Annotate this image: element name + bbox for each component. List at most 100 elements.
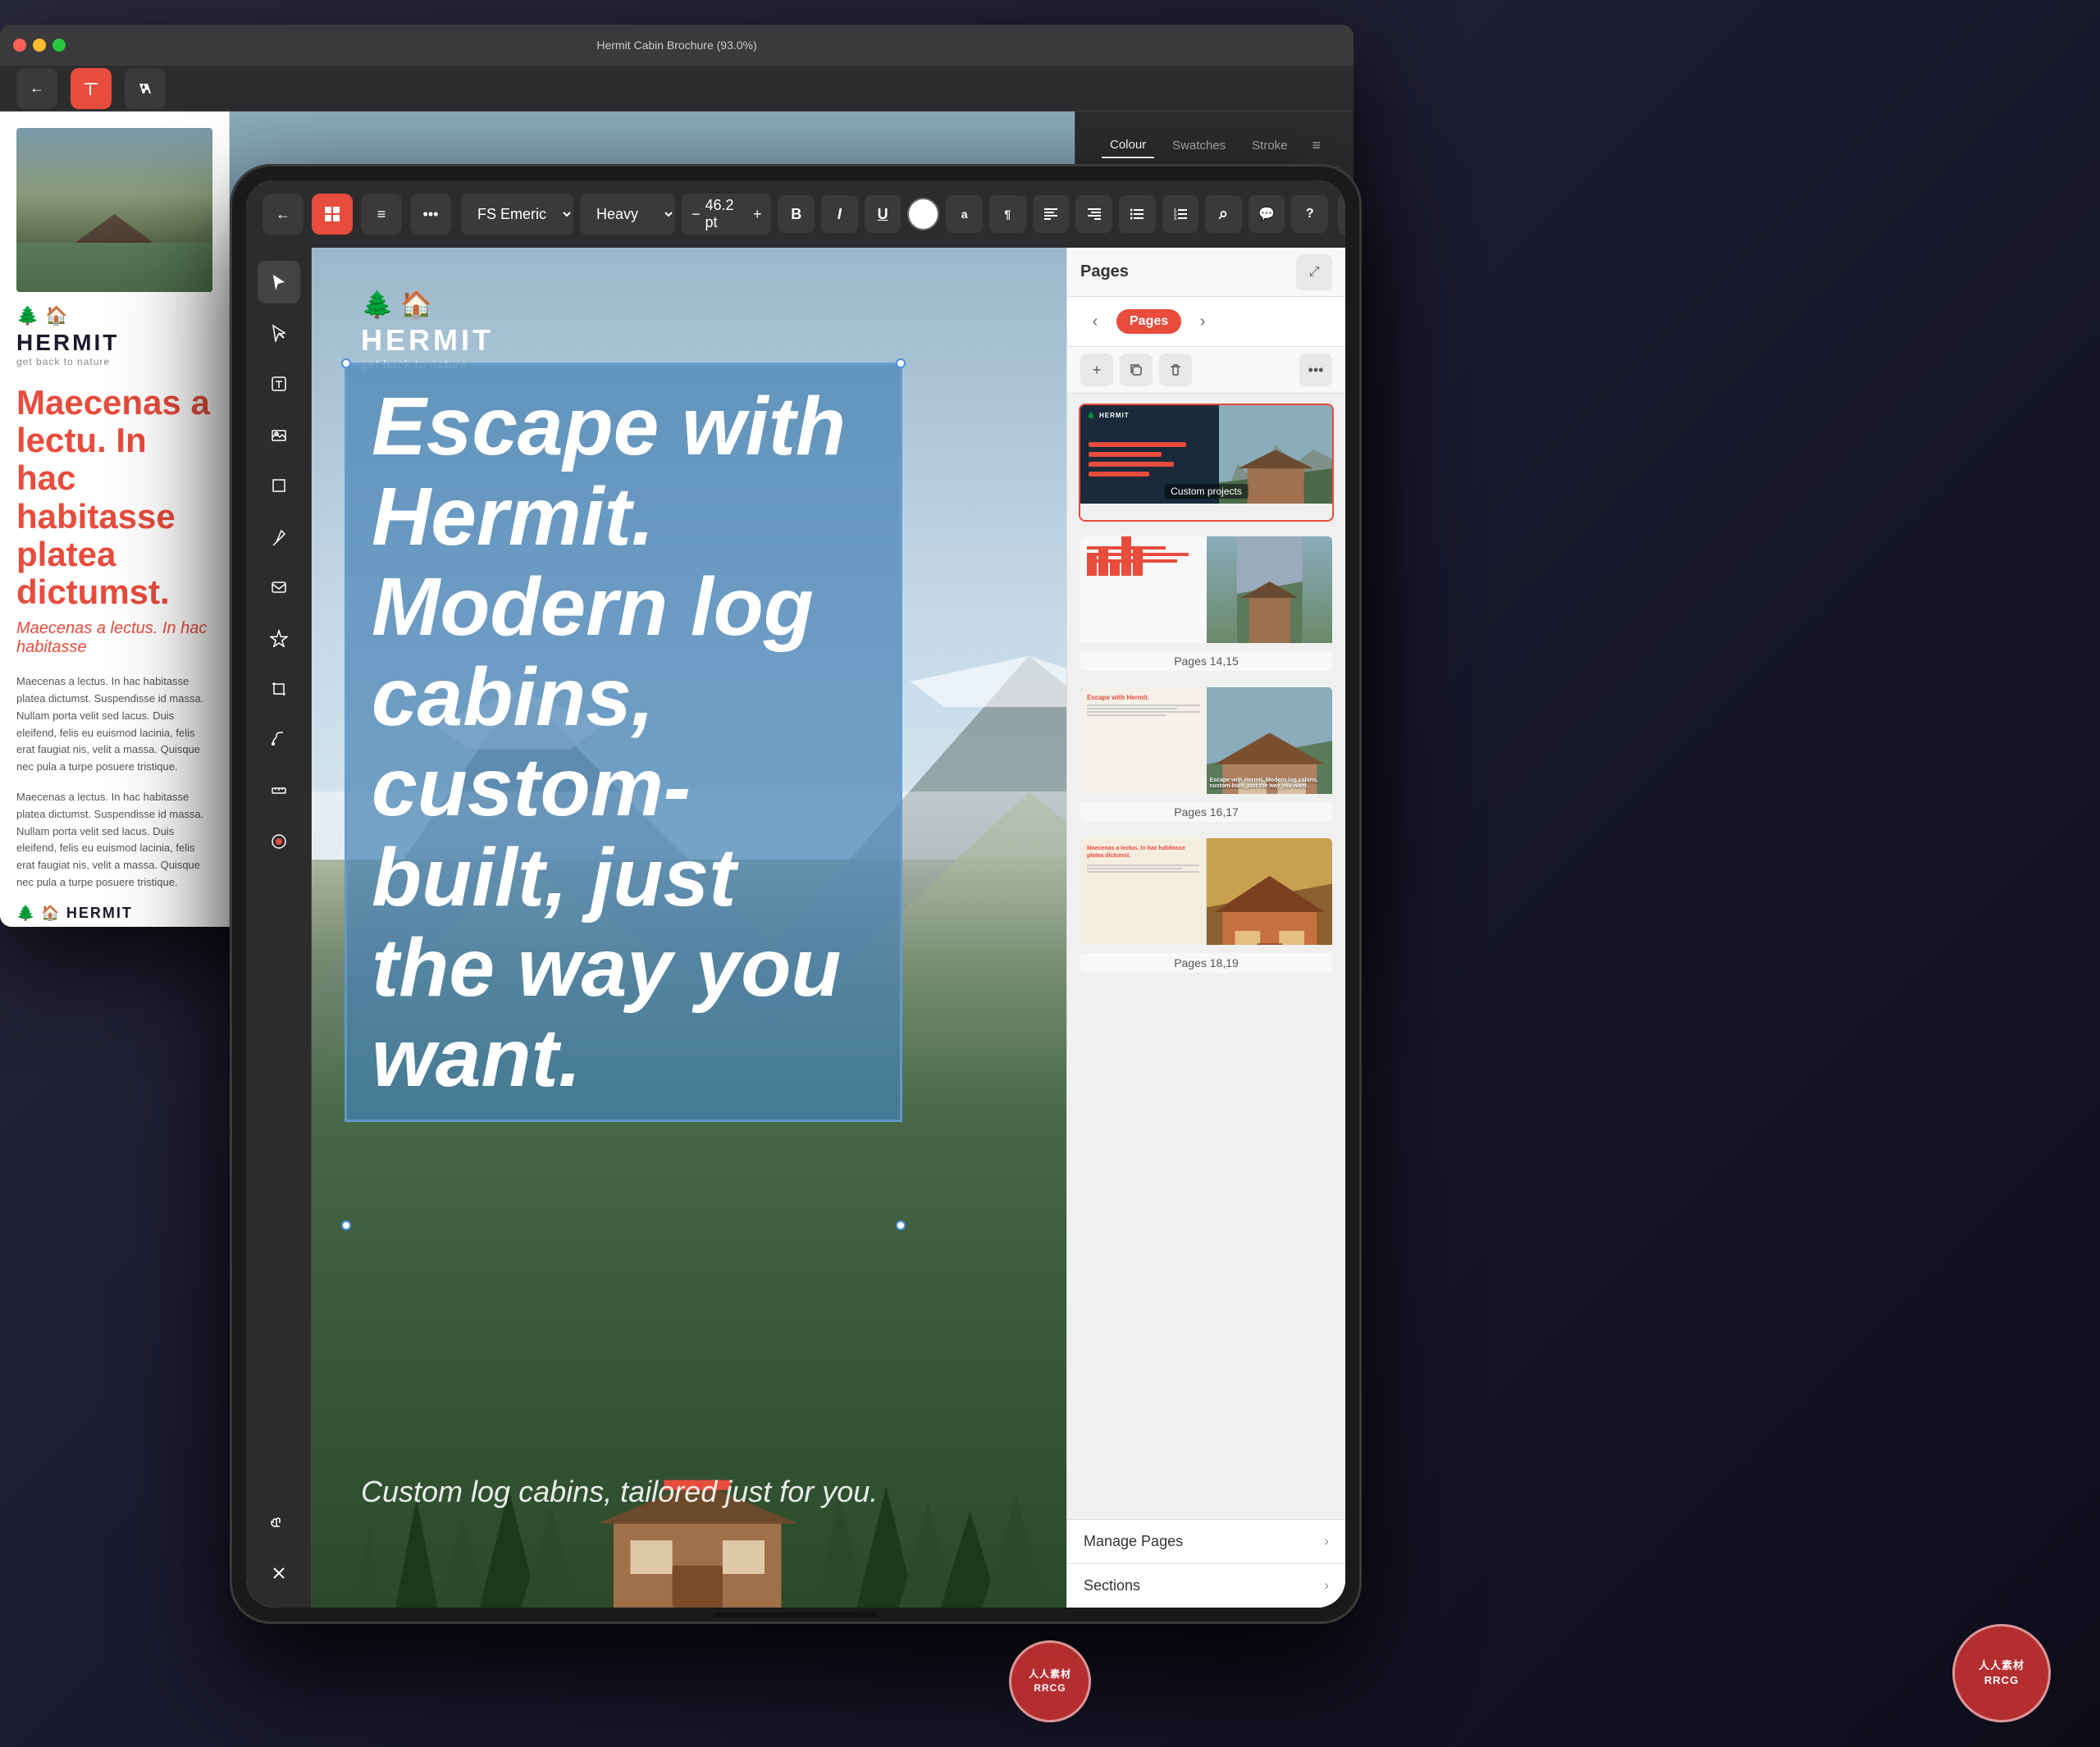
selection-handle-bl[interactable] xyxy=(341,1220,351,1230)
ipad-back-btn[interactable]: ← xyxy=(262,194,304,235)
bullet-list-btn[interactable] xyxy=(1119,195,1156,233)
thumb-17-right: Escape with Hermit. Modern log cabins, c… xyxy=(1207,687,1333,794)
desktop-tool-format[interactable] xyxy=(125,68,166,109)
text-color-picker[interactable] xyxy=(907,198,939,230)
colour-panel-menu[interactable]: ≡ xyxy=(1305,134,1327,157)
hermit-logo: 🌲 🏠 HERMIT get back to nature xyxy=(361,289,494,371)
font-weight-selector[interactable]: Heavy Bold Regular xyxy=(580,194,675,235)
italic-btn[interactable]: I xyxy=(821,195,858,233)
thumb-14-15-bg xyxy=(1080,536,1332,643)
arrow-tool[interactable] xyxy=(258,312,300,354)
pen-tool[interactable] xyxy=(258,515,300,558)
thumb-19-right xyxy=(1207,838,1333,945)
underline-btn[interactable]: U xyxy=(865,195,902,233)
selection-handle-tl[interactable] xyxy=(341,358,351,368)
comment-btn[interactable]: 💬 xyxy=(1249,195,1285,233)
ipad-toolbar: ← ≡ ••• FS Emeric Heavy xyxy=(246,180,1345,248)
cursor-tool[interactable] xyxy=(258,261,300,303)
thumb-custom-projects-content: 🌲HERMIT xyxy=(1080,405,1332,520)
thumb-18-left: Maecenas a lectus. In hac habitasse plat… xyxy=(1080,838,1207,945)
mail-tool[interactable] xyxy=(258,566,300,609)
pages-nav-prev[interactable]: ‹ xyxy=(1080,307,1110,336)
minimize-button[interactable] xyxy=(33,39,46,52)
chart-bar-1 xyxy=(1087,556,1097,576)
crop-tool[interactable] xyxy=(258,668,300,710)
thumb-18-line-3 xyxy=(1087,871,1199,873)
page-thumb-18-19[interactable]: Maecenas a lectus. In hac habitasse plat… xyxy=(1079,837,1334,974)
hand-tool[interactable] xyxy=(258,1501,300,1544)
shape-tool[interactable] xyxy=(258,464,300,507)
selection-handle-tr[interactable] xyxy=(896,358,906,368)
pages-tabs: ‹ Pages › xyxy=(1067,297,1345,347)
font-size-decrease[interactable]: − xyxy=(692,206,701,223)
thumb-cp-label: Custom projects xyxy=(1164,484,1249,499)
ipad-grid-view-btn[interactable] xyxy=(1338,194,1345,235)
manage-pages-button[interactable]: Manage Pages › xyxy=(1067,1519,1345,1563)
sidebar-main-heading: Maecenas a lectu. In hac habitasse plate… xyxy=(16,384,212,611)
canvas-page: 🌲 🏠 HERMIT get back to nature Escape wit… xyxy=(312,248,1066,1608)
maximize-button[interactable] xyxy=(52,39,66,52)
ipad-hamburger-btn[interactable]: ≡ xyxy=(361,194,402,235)
colour-panel-header: Colour Swatches Stroke ≡ xyxy=(1089,125,1340,167)
ipad-grid-btn[interactable] xyxy=(312,194,353,235)
ipad-toolbar-center: FS Emeric Heavy Bold Regular − 46.2 pt +… xyxy=(461,194,1328,235)
colour-tab-swatches[interactable]: Swatches xyxy=(1164,134,1234,157)
canvas-area[interactable]: 🌲 🏠 HERMIT get back to nature Escape wit… xyxy=(312,248,1066,1608)
measure-tool[interactable] xyxy=(258,769,300,812)
record-btn[interactable] xyxy=(258,820,300,863)
copy-page-btn[interactable] xyxy=(1120,354,1153,386)
ipad-content: 🌲 🏠 HERMIT get back to nature Escape wit… xyxy=(246,248,1345,1608)
thumb-16-line-4 xyxy=(1087,714,1166,716)
font-family-selector[interactable]: FS Emeric xyxy=(461,194,573,235)
delete-page-btn[interactable] xyxy=(1159,354,1192,386)
paint-tool[interactable] xyxy=(258,718,300,761)
chart-bar-2 xyxy=(1098,546,1108,576)
font-variant-btn[interactable]: ¶ xyxy=(989,195,1026,233)
help-btn[interactable]: ? xyxy=(1291,195,1328,233)
close-button[interactable] xyxy=(13,39,26,52)
star-tool[interactable] xyxy=(258,617,300,659)
add-page-btn[interactable]: + xyxy=(1080,354,1113,386)
font-size-increase[interactable]: + xyxy=(753,206,762,223)
pages-panel-expand[interactable]: ⤢ xyxy=(1296,254,1332,290)
selection-handle-br[interactable] xyxy=(896,1220,906,1230)
manage-pages-label: Manage Pages xyxy=(1084,1533,1183,1550)
svg-text:3.: 3. xyxy=(1174,217,1178,220)
watermark-br-circle: 人人素材RRCG xyxy=(1952,1624,2051,1722)
thumb-16-left: Escape with Hermit. xyxy=(1080,687,1207,794)
watermark-br-text: 人人素材RRCG xyxy=(1979,1658,2025,1688)
desktop-tool-text[interactable] xyxy=(71,68,112,109)
page-thumb-16-17[interactable]: Escape with Hermit. xyxy=(1079,686,1334,823)
pages-nav-next[interactable]: › xyxy=(1188,307,1217,336)
numbered-list-btn[interactable]: 1.2.3. xyxy=(1162,195,1199,233)
bold-btn[interactable]: B xyxy=(778,195,815,233)
thumb-14-cabin xyxy=(1207,536,1333,643)
desktop-tool-back[interactable]: ← xyxy=(16,68,57,109)
colour-tab-colour[interactable]: Colour xyxy=(1102,133,1154,158)
tree-icon: 🌲 xyxy=(16,305,39,326)
pages-tab-pages[interactable]: Pages xyxy=(1116,309,1181,334)
strikethrough-btn[interactable]: a xyxy=(946,195,983,233)
align-left-btn[interactable] xyxy=(1033,195,1070,233)
hero-text-block[interactable]: Escape with Hermit.Modern log cabins,cus… xyxy=(345,363,902,1122)
thumb-18-heading: Maecenas a lectus. In hac habitasse plat… xyxy=(1087,845,1199,860)
text-tool[interactable] xyxy=(258,363,300,405)
page-thumb-custom-projects[interactable]: 🌲HERMIT xyxy=(1079,404,1334,522)
search-text-btn[interactable]: ⌕ xyxy=(1205,195,1242,233)
sidebar-logo-area: 🌲 🏠 HERMIT get back to nature xyxy=(16,305,212,367)
close-tool[interactable] xyxy=(258,1552,300,1594)
more-page-options[interactable]: ••• xyxy=(1299,354,1332,386)
sidebar-body-2: Maecenas a lectus. In hac habitasse plat… xyxy=(16,789,212,892)
image-tool[interactable] xyxy=(258,413,300,456)
pages-panel-title: Pages xyxy=(1080,262,1129,281)
chart-bar-3 xyxy=(1110,559,1120,576)
colour-tab-stroke[interactable]: Stroke xyxy=(1244,134,1295,157)
sections-button[interactable]: Sections › xyxy=(1067,1563,1345,1608)
thumb-18-line-2 xyxy=(1087,868,1182,869)
tree-icon-bottom: 🌲 xyxy=(16,905,34,922)
desktop-window-title: Hermit Cabin Brochure (93.0%) xyxy=(596,39,756,52)
align-right-btn[interactable] xyxy=(1075,195,1112,233)
ipad-more-btn[interactable]: ••• xyxy=(410,194,451,235)
font-size-value[interactable]: 46.2 pt xyxy=(705,197,748,231)
page-thumb-14-15[interactable]: Pages 14,15 xyxy=(1079,535,1334,673)
